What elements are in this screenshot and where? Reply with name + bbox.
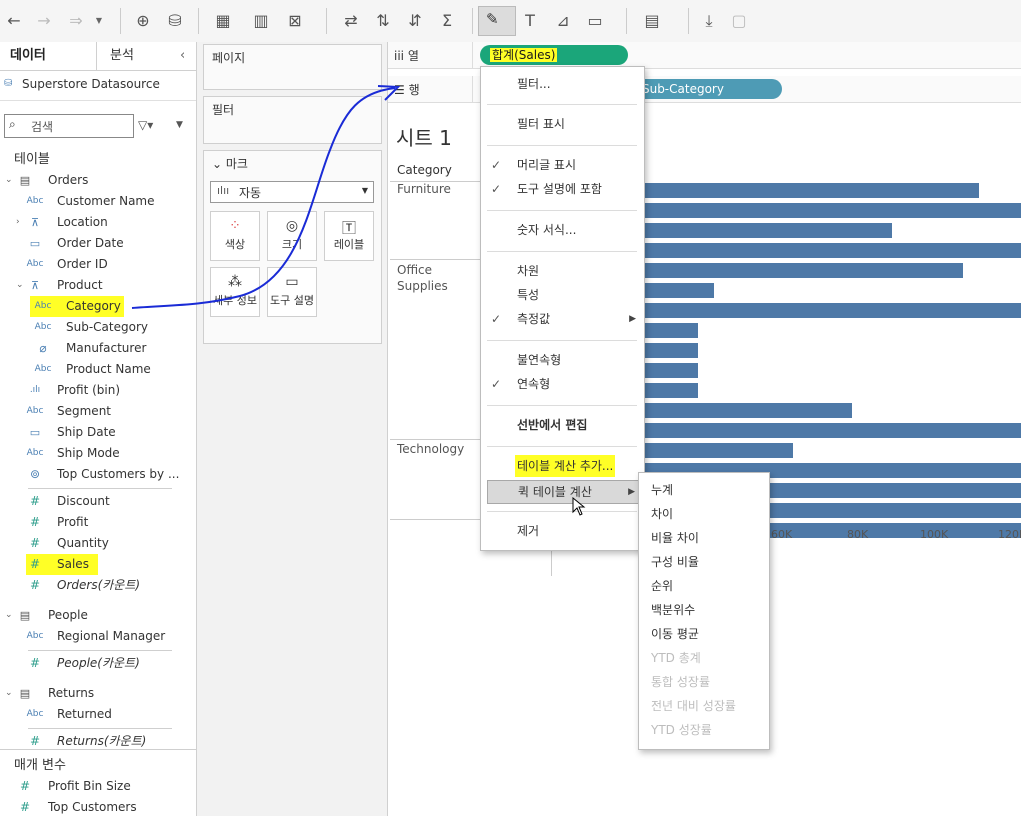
- submenu-arrow-icon: ▶: [629, 314, 636, 324]
- menu-item[interactable]: 특성: [481, 284, 644, 306]
- menu-item[interactable]: ✓ 도구 설명에 포함: [481, 178, 644, 200]
- menu-separator: [487, 145, 637, 146]
- menu-separator: [487, 511, 637, 512]
- menu-separator: [487, 405, 637, 406]
- menu-item-label: 테이블 계산 추가...: [515, 455, 616, 477]
- checkmark-icon: ✓: [491, 377, 502, 391]
- menu-item[interactable]: ✓ 머리글 표시: [481, 154, 644, 176]
- submenu-item[interactable]: 비율 차이: [651, 527, 699, 549]
- menu-item-label: 불연속형: [517, 353, 562, 367]
- menu-separator: [487, 251, 637, 252]
- submenu-item[interactable]: 백분위수: [651, 599, 695, 621]
- submenu-item-disabled: YTD 성장률: [651, 723, 712, 737]
- submenu-item[interactable]: 이동 평균: [651, 623, 699, 645]
- checkmark-icon: ✓: [491, 182, 502, 196]
- pill-context-menu: 필터... 필터 표시 ✓ 머리글 표시 ✓ 도구 설명에 포함숫자 서식... 차원특성 ✓…: [480, 66, 645, 551]
- submenu-arrow-icon: ▶: [628, 487, 635, 497]
- menu-item-label: 선반에서 편집: [517, 418, 588, 432]
- checkmark-icon: ✓: [491, 312, 502, 326]
- menu-item-label: 제거: [517, 524, 540, 538]
- menu-item[interactable]: 필터 표시: [481, 113, 644, 135]
- menu-separator: [487, 446, 637, 447]
- menu-item[interactable]: 불연속형: [481, 349, 644, 371]
- menu-item[interactable]: 필터...: [481, 73, 644, 95]
- menu-item[interactable]: ✓ 측정값 ▶: [481, 308, 644, 330]
- menu-item-label: 측정값: [517, 312, 551, 326]
- submenu-item-disabled: 전년 대비 성장률: [651, 699, 736, 713]
- menu-item[interactable]: 숫자 서식...: [481, 219, 644, 241]
- menu-item[interactable]: ✓ 연속형: [481, 373, 644, 395]
- menu-separator: [487, 340, 637, 341]
- menu-item-label: 특성: [517, 288, 540, 302]
- menu-item-label: 머리글 표시: [517, 158, 577, 172]
- menu-item[interactable]: 제거: [481, 520, 644, 542]
- menu-separator: [487, 104, 637, 105]
- menu-separator: [487, 210, 637, 211]
- menu-item-label: 연속형: [517, 377, 551, 391]
- mouse-cursor-icon: [572, 497, 586, 516]
- submenu-item[interactable]: 누계: [651, 479, 673, 501]
- menu-item-label: 숫자 서식...: [517, 223, 577, 237]
- annotation-stroke: [131, 87, 396, 309]
- menu-item-label: 차원: [517, 264, 540, 278]
- submenu-item[interactable]: 구성 비율: [651, 551, 699, 573]
- menu-item[interactable]: 차원: [481, 260, 644, 282]
- menu-item-label: 필터...: [517, 77, 551, 91]
- submenu-item-disabled: 통합 성장률: [651, 675, 711, 689]
- menu-item[interactable]: 테이블 계산 추가...: [481, 455, 644, 477]
- checkmark-icon: ✓: [491, 158, 502, 172]
- menu-item[interactable]: 선반에서 편집: [481, 414, 644, 436]
- menu-item-quick-table-calc[interactable]: 퀵 테이블 계산 ▶: [487, 480, 640, 504]
- submenu-item[interactable]: 차이: [651, 503, 673, 525]
- submenu-item[interactable]: 순위: [651, 575, 673, 597]
- quick-table-calc-submenu: 누계 차이 비율 차이 구성 비율 순위 백분위수 이동 평균 YTD 총계통합 성장률전년 …: [638, 472, 770, 750]
- menu-item-label: 도구 설명에 포함: [517, 182, 602, 196]
- menu-item-label: 필터 표시: [517, 117, 565, 131]
- submenu-item-disabled: YTD 총계: [651, 651, 701, 665]
